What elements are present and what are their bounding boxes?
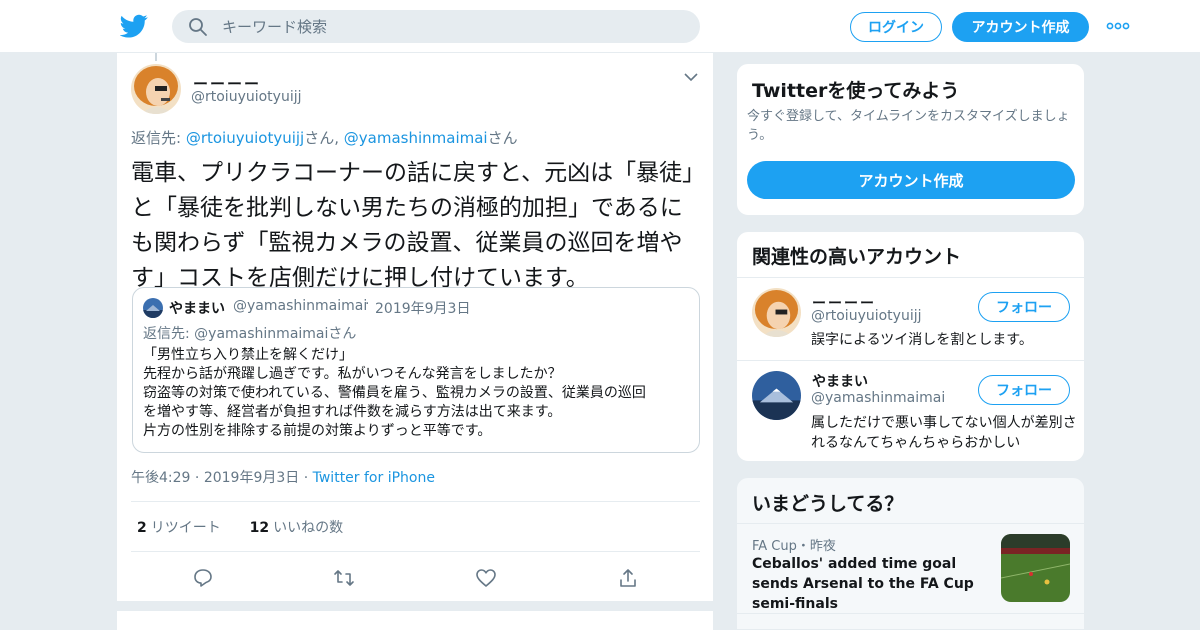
search-input[interactable] — [222, 10, 682, 43]
quoted-text-line: 窃盗等の対策で使われている、警備員を雇う、監視カメラの設置、従業員の巡回 — [143, 385, 646, 401]
tweet-text: 電車、プリクラコーナーの話に戻すと、元凶は「暴徒」と「暴徒を批判しない男たちの消… — [131, 160, 694, 291]
tweet-time[interactable]: 午後4:29 — [131, 470, 190, 486]
separator-dot: · — [303, 470, 313, 486]
related-accounts-title: 関連性の高いアカウント — [752, 246, 962, 268]
divider — [131, 551, 700, 552]
login-button[interactable]: ログイン — [850, 12, 942, 42]
quoted-text-line: 「男性立ち入り禁止を解くだけ」 — [143, 347, 353, 363]
share-icon[interactable] — [617, 567, 639, 589]
separator-dot: · — [194, 470, 204, 486]
retweet-icon[interactable] — [333, 567, 355, 589]
avatar-illustration-icon — [752, 288, 801, 337]
football-pitch-image-icon — [1001, 534, 1070, 602]
divider — [737, 613, 1084, 614]
user-handle[interactable]: @rtoiuyuiotyuijj — [191, 89, 302, 105]
follow-button[interactable]: フォロー — [978, 292, 1070, 322]
follow-button[interactable]: フォロー — [978, 375, 1070, 405]
chevron-down-icon[interactable] — [683, 71, 699, 83]
quoted-tweet-text: 「男性立ち入り禁止を解くだけ」 先程から話が飛躍し過ぎです。私がいつそんな発言を… — [143, 346, 691, 441]
related-accounts-card: 関連性の高いアカウント ーーーー @rtoiuyuiotyuijj フォロー 誤… — [736, 231, 1085, 462]
avatar-illustration-icon — [131, 64, 181, 114]
quoted-handle: @yamashinmaimai — [233, 298, 368, 314]
reply-icon[interactable] — [192, 567, 214, 589]
signup-card: Twitterを使ってみよう 今すぐ登録して、タイムラインをカスタマイズしましょ… — [736, 63, 1085, 216]
signup-card-button[interactable]: アカウント作成 — [747, 161, 1075, 199]
divider — [737, 523, 1084, 524]
trends-card: いまどうしてる？ FA Cup・昨夜 Ceballos' added time … — [736, 477, 1085, 630]
section-separator — [117, 601, 713, 611]
like-count: 12 — [249, 520, 270, 536]
separator-dot: · — [365, 296, 370, 312]
tweet-permalink-column: ーーーー @rtoiuyuiotyuijj 返信先: @rtoiuyuiotyu… — [116, 53, 714, 630]
divider — [737, 277, 1084, 278]
account-handle[interactable]: @yamashinmaimai — [811, 390, 945, 406]
tweet-stats: 2 リツイート 12 いいねの数 — [137, 517, 343, 537]
twitter-bird-icon[interactable] — [120, 12, 148, 40]
trend-thumbnail[interactable] — [1001, 534, 1070, 602]
account-bio: 属しただけで悪い事してない個人が差別されるなんてちゃんちゃらおかしい — [811, 415, 1077, 451]
avatar[interactable] — [752, 288, 801, 337]
account-bio: 誤字によるツイ消しを割とします。 — [811, 332, 1033, 348]
account-handle[interactable]: @rtoiuyuiotyuijj — [811, 308, 922, 324]
reply-separator: さん, — [304, 129, 344, 147]
retweet-label: リツイート — [150, 520, 221, 536]
like-icon[interactable] — [475, 567, 497, 589]
reply-context: 返信先: @rtoiuyuiotyuijjさん, @yamashinmaimai… — [131, 127, 518, 148]
quoted-display-name: やままい — [169, 301, 225, 317]
retweet-count: 2 — [137, 520, 147, 536]
account-name[interactable]: やままい — [812, 371, 868, 391]
quoted-text-line: 片方の性別を排除する前提の対策よりずっと平等です。 — [143, 423, 492, 439]
thread-connector-line — [155, 53, 157, 61]
more-options-icon[interactable] — [1106, 17, 1130, 35]
reply-prefix: 返信先: — [131, 129, 186, 147]
reply-user-link[interactable]: @yamashinmaimai — [344, 129, 488, 147]
quoted-reply-context: 返信先: @yamashinmaimaiさん — [143, 326, 357, 342]
quoted-text-line: 先程から話が飛躍し過ぎです。私がいつそんな発言をしましたか？ — [143, 366, 562, 382]
search-icon — [189, 18, 207, 36]
avatar[interactable] — [752, 371, 801, 420]
search-bar[interactable] — [172, 10, 700, 43]
reply-user-link[interactable]: @rtoiuyuiotyuijj — [186, 129, 304, 147]
avatar — [143, 298, 163, 318]
quoted-date: 2019年9月3日 — [375, 301, 471, 317]
tweet-date[interactable]: 2019年9月3日 — [204, 470, 299, 486]
trends-title: いまどうしてる？ — [752, 493, 904, 515]
quoted-tweet[interactable]: やままい @yamashinmaimai · 2019年9月3日 返信先: @y… — [132, 287, 700, 453]
divider — [737, 360, 1084, 361]
tweet-metadata: 午後4:29 · 2019年9月3日 · Twitter for iPhone — [131, 467, 435, 487]
signup-card-title: Twitterを使ってみよう — [752, 80, 960, 102]
quoted-text-line: を増やす等、経営者が負担すれば件数を減らす方法は出て来ます。 — [143, 404, 562, 420]
like-stat[interactable]: 12 いいねの数 — [250, 520, 343, 536]
retweet-stat[interactable]: 2 リツイート — [137, 520, 221, 536]
top-navigation-bar: ログイン アカウント作成 — [0, 0, 1200, 53]
trend-meta: FA Cup・昨夜 — [752, 539, 836, 554]
reply-suffix: さん — [487, 129, 518, 147]
signup-card-description: 今すぐ登録して、タイムラインをカスタマイズしましょう。 — [747, 109, 1070, 143]
signup-button[interactable]: アカウント作成 — [952, 12, 1089, 42]
divider — [131, 501, 700, 502]
trend-headline[interactable]: Ceballos' added time goal sends Arsenal … — [752, 554, 992, 614]
like-label: いいねの数 — [273, 520, 344, 536]
tweet-client-link[interactable]: Twitter for iPhone — [313, 470, 435, 486]
avatar[interactable] — [131, 64, 181, 114]
mountain-avatar-icon — [752, 371, 801, 420]
mountain-avatar-icon — [143, 298, 163, 318]
